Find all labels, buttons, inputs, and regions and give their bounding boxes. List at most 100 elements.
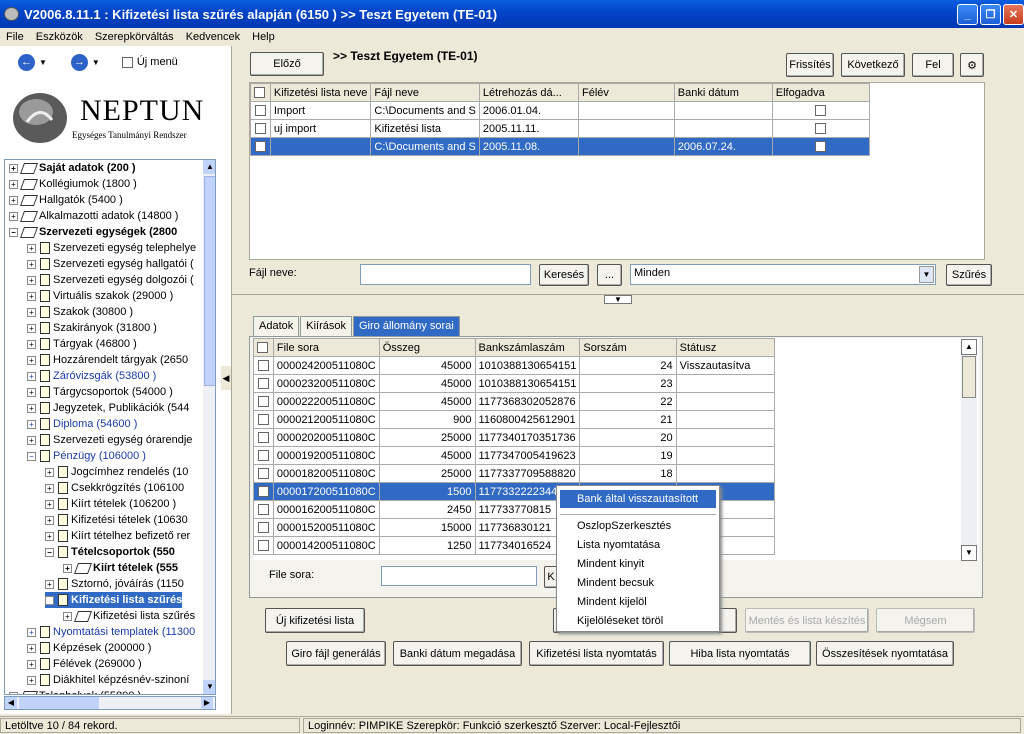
menu-role-switch[interactable]: Szerepkörváltás [89,31,180,43]
expand-icon[interactable]: + [27,659,36,669]
tree-node[interactable]: + Csekkrögzítés (106100 [45,480,184,496]
print-error-list-button[interactable]: Hiba lista nyomtatás [669,641,811,666]
row-checkbox-cell[interactable] [253,536,274,555]
table-cell[interactable]: 24 [579,356,677,375]
row-checkbox-cell[interactable] [253,464,274,483]
tab-listings[interactable]: Kiírások [300,316,352,336]
tree-scroll-thumb[interactable] [204,176,215,386]
table-cell[interactable]: 000020200511080C [272,428,380,447]
menu-file[interactable]: File [0,31,30,43]
table-cell[interactable]: 900 [378,410,476,429]
cancel-button[interactable]: Mégsem [876,608,975,633]
print-payment-list-button[interactable]: Kifizetési lista nyomtatás [529,641,664,666]
row-checkbox[interactable] [257,450,269,462]
filter-button[interactable]: Szűrés [946,264,992,286]
tree-node[interactable]: + Telephelyek (55800 ) [9,688,141,694]
tab-giro-rows[interactable]: Giro állomány sorai [353,316,460,336]
row-checkbox-cell[interactable] [253,392,274,411]
row-checkbox[interactable] [257,378,269,390]
table-cell[interactable]: 000017200511080C [272,482,380,501]
column-header[interactable]: Elfogadva [771,83,871,102]
row-checkbox-cell[interactable] [253,482,274,501]
expand-icon[interactable]: + [27,275,36,285]
table-cell[interactable]: 2006.01.04. [478,101,580,120]
tree-node[interactable]: + Szakirányok (31800 ) [27,320,157,336]
table-cell[interactable]: C:\Documents and S [370,137,480,156]
table-cell[interactable]: 2006.07.24. [673,137,773,156]
table-row[interactable]: 000022200511080C 45000 1177368302052876 22 [253,392,776,411]
scroll-up-icon[interactable]: ▲ [203,160,215,174]
scroll-right-icon[interactable]: ▶ [201,697,213,709]
table-cell[interactable]: 22 [579,392,677,411]
expand-icon[interactable]: + [9,211,18,221]
expand-icon[interactable]: + [27,291,36,301]
expand-icon[interactable]: + [63,563,72,573]
tree-node[interactable]: + Félévek (269000 ) [27,656,142,672]
row-checkbox-cell[interactable] [253,500,274,519]
collapse-icon[interactable]: − [27,451,36,461]
row-checkbox[interactable] [815,141,827,153]
tab-data[interactable]: Adatok [253,316,300,336]
tree-node[interactable]: + Virtuális szakok (29000 ) [27,288,173,304]
forward-dropdown-icon[interactable]: ▼ [92,58,100,67]
table-cell[interactable]: 45000 [378,356,476,375]
expand-icon[interactable]: + [27,371,36,381]
menu-item-expand-all[interactable]: Mindent kinyit [560,555,716,573]
browse-button[interactable]: ... [597,264,622,286]
table-cell[interactable]: 1177347005419623 [474,446,581,465]
table-cell[interactable]: 000018200511080C [272,464,380,483]
row-checkbox[interactable] [257,522,269,534]
table-cell[interactable]: 1160800425612901 [474,410,581,429]
expand-icon[interactable]: + [27,355,36,365]
column-header[interactable]: Státusz [675,338,776,357]
tree-node[interactable]: + Jegyzetek, Publikációk (544 [27,400,189,416]
expand-icon[interactable]: + [9,163,18,173]
tree-horizontal-scrollbar[interactable]: ◀ ▶ [4,696,216,710]
table-cell[interactable]: 1010388130654151 [474,356,581,375]
table-cell[interactable] [673,101,773,120]
prev-button[interactable]: Előző [250,52,324,76]
status-filter-select[interactable]: Minden ▼ [630,264,936,285]
collapse-panel-icon[interactable]: ◀ [221,366,231,390]
chevron-down-icon[interactable]: ▼ [919,266,934,283]
tree-node[interactable]: + Képzések (200000 ) [27,640,151,656]
next-button[interactable]: Következő [841,53,905,77]
search-button[interactable]: Keresés [539,264,589,286]
table-cell[interactable]: 20 [579,428,677,447]
table-cell[interactable]: 000019200511080C [272,446,380,465]
refresh-button[interactable]: Frissítés [786,53,834,77]
tree-node[interactable]: + Szervezeti egység dolgozói ( [27,272,194,288]
table-cell[interactable]: 000023200511080C [272,374,380,393]
scroll-up-icon[interactable]: ▲ [961,339,977,355]
expand-icon[interactable]: + [9,691,18,694]
scroll-left-icon[interactable]: ◀ [5,697,17,709]
table-cell[interactable] [675,392,776,411]
giro-scroll-thumb[interactable] [962,356,976,398]
table-cell[interactable]: 25000 [378,428,476,447]
table-cell[interactable] [578,137,675,156]
table-row[interactable]: 000023200511080C 45000 1010388130654151 23 [253,374,776,393]
row-checkbox[interactable] [257,396,269,408]
print-totals-button[interactable]: Összesítések nyomtatása [816,641,954,666]
table-cell[interactable]: 23 [579,374,677,393]
tree-node[interactable]: + Szakok (30800 ) [27,304,133,320]
giro-file-generate-button[interactable]: Giro fájl generálás [286,641,386,666]
row-checkbox[interactable] [254,123,266,135]
table-cell[interactable]: 000021200511080C [272,410,380,429]
collapse-icon[interactable]: − [9,227,18,237]
column-header[interactable]: Sorszám [579,338,677,357]
row-checkbox-cell[interactable] [253,410,274,429]
table-cell[interactable] [675,374,776,393]
table-cell[interactable]: 18 [579,464,677,483]
tree-node[interactable]: + Kiírt tételek (106200 ) [45,496,176,512]
table-cell[interactable]: 1177368302052876 [474,392,581,411]
tree-node[interactable]: + Szervezeti egység telephelye [27,240,196,256]
tree-node[interactable]: + Alkalmazotti adatok (14800 ) [9,208,178,224]
row-checkbox[interactable] [257,486,269,498]
tree-node[interactable]: − Kifizetési lista szűrés [45,592,183,608]
expand-icon[interactable]: + [27,627,36,637]
tree-node[interactable]: + Jogcímhez rendelés (10 [45,464,188,480]
expand-icon[interactable]: + [27,307,36,317]
header-checkbox[interactable] [257,342,268,354]
table-cell[interactable]: Visszautasítva [675,356,776,375]
